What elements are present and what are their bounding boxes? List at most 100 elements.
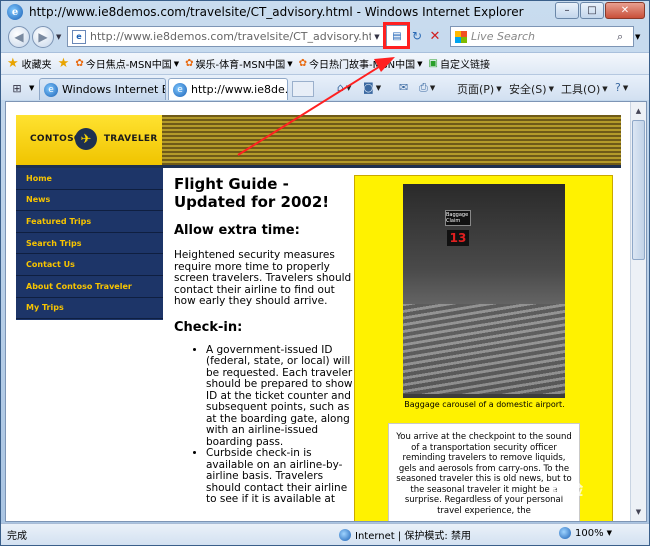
nav-my-trips[interactable]: My Trips — [16, 298, 163, 320]
address-input[interactable]: http://www.ie8demos.com/travelsite/CT_ad… — [90, 30, 371, 43]
conveyor-belt-image — [403, 304, 565, 394]
chevron-down-icon: ▼ — [429, 84, 436, 92]
tab-1[interactable]: e Windows Internet E... — [39, 78, 166, 100]
photo-number: 13 — [447, 230, 469, 246]
quick-tabs-icon[interactable]: ⊞ — [7, 79, 27, 97]
help-button[interactable]: ? ▼ — [615, 81, 628, 94]
chevron-down-icon: ▼ — [622, 83, 629, 92]
close-button[interactable]: ✕ — [605, 2, 645, 19]
msn-icon: ✿ — [75, 58, 84, 69]
fav-link-label: 自定义链接 — [439, 60, 490, 71]
safety-menu[interactable]: 安全(S) ▼ — [509, 81, 554, 97]
fav-link-3[interactable]: ✿ 今日热门故事-MSN中国 ▼ — [299, 56, 423, 71]
zoom-icon — [559, 527, 571, 539]
tools-menu[interactable]: 工具(O) ▼ — [561, 81, 608, 97]
page-menu[interactable]: 页面(P) ▼ — [457, 81, 502, 97]
list-item: Curbside check-in is available on an air… — [206, 447, 354, 506]
chevron-down-icon: ▼ — [548, 85, 554, 93]
header-stripes — [162, 115, 621, 165]
address-bar[interactable]: e http://www.ie8demos.com/travelsite/CT_… — [67, 26, 384, 47]
chevron-down-icon: ▼ — [375, 83, 382, 92]
site-header: CONTOSO TRAVELER ✈ — [16, 115, 621, 165]
scroll-down-icon[interactable]: ▼ — [632, 505, 645, 519]
nav-home[interactable]: Home — [16, 168, 163, 190]
tab-label: Windows Internet E... — [62, 83, 165, 96]
fav-link-4[interactable]: ▣ 自定义链接 — [429, 56, 490, 71]
photo-caption: Baggage carousel of a domestic airport. — [404, 400, 565, 409]
chevron-down-icon: ▼ — [345, 83, 352, 92]
page-title: Flight Guide - Updated for 2002! — [174, 175, 330, 211]
scroll-up-icon[interactable]: ▲ — [632, 104, 645, 118]
feeds-button[interactable]: ◙ ▼ — [363, 81, 381, 94]
contoso-site: CONTOSO TRAVELER ✈ Home News Featured Tri… — [16, 115, 621, 521]
mail-button[interactable]: ✉ — [399, 81, 410, 94]
stop-button[interactable]: ✕ — [426, 27, 444, 45]
live-search-icon — [455, 30, 467, 43]
fav-link-1[interactable]: ✿ 今日焦点-MSN中国 ▼ — [75, 56, 179, 71]
compatibility-highlight-box — [383, 22, 410, 49]
airplane-icon: ✈ — [75, 128, 97, 150]
tools-menu-label: 工具(O) — [561, 83, 601, 96]
back-button[interactable]: ◀ — [8, 26, 30, 48]
chevron-down-icon[interactable]: ▼ — [174, 60, 179, 68]
search-options-dropdown[interactable]: ▼ — [635, 33, 640, 41]
printer-icon: ⎙ — [419, 81, 428, 94]
minimize-button[interactable]: – — [555, 2, 579, 19]
globe-icon — [339, 528, 351, 541]
search-icon[interactable]: ⌕ — [617, 30, 633, 44]
print-button[interactable]: ⎙ ▼ — [419, 81, 435, 95]
section-heading: Allow extra time: — [174, 223, 300, 238]
nav-search-trips[interactable]: Search Trips — [16, 233, 163, 255]
checkin-list: A government-issued ID (federal, state, … — [174, 344, 354, 506]
mail-icon: ✉ — [399, 81, 409, 94]
nav-featured-trips[interactable]: Featured Trips — [16, 211, 163, 233]
refresh-button[interactable]: ↻ — [408, 27, 426, 45]
new-tab-button[interactable] — [292, 81, 314, 97]
address-toolbar: ◀ ▶ ▼ e http://www.ie8demos.com/travelsi… — [1, 23, 649, 51]
window-title: http://www.ie8demos.com/travelsite/CT_ad… — [29, 5, 524, 19]
watermark-text: 经验 — [551, 480, 584, 499]
add-to-favorites-icon: ★ — [57, 56, 70, 71]
status-bar: 完成 Internet | 保护模式: 禁用 100% ▼ — [1, 523, 649, 545]
site-nav: Home News Featured Trips Search Trips Co… — [16, 168, 163, 320]
search-box[interactable]: Live Search ⌕ — [450, 26, 634, 47]
vertical-scrollbar[interactable]: ▲ ▼ — [630, 102, 646, 521]
security-zone[interactable]: Internet | 保护模式: 禁用 — [339, 527, 471, 542]
section-heading: Check-in: — [174, 319, 243, 335]
nav-about[interactable]: About Contoso Traveler — [16, 276, 163, 298]
forward-button[interactable]: ▶ — [32, 26, 54, 48]
star-icon: ★ — [7, 56, 19, 71]
sidebar-panel: Baggage Claim 13 Baggage carousel of a d… — [354, 175, 613, 521]
maximize-button[interactable]: □ — [580, 2, 604, 19]
window-controls: – □ ✕ — [555, 2, 645, 19]
zone-label: Internet | 保护模式: 禁用 — [355, 531, 471, 542]
tab-bar: ⊞ ▼ e Windows Internet E... e http://www… — [1, 74, 649, 100]
chevron-down-icon[interactable]: ▼ — [417, 60, 422, 68]
site-logo[interactable]: CONTOSO TRAVELER ✈ — [16, 115, 162, 165]
fav-link-2[interactable]: ✿ 娱乐-体育-MSN中国 ▼ — [185, 56, 292, 71]
list-item: A government-issued ID (federal, state, … — [206, 344, 354, 449]
safety-menu-label: 安全(S) — [509, 83, 547, 96]
fav-link-label: 今日焦点-MSN中国 — [85, 60, 172, 71]
home-button[interactable]: ⌂ ▼ — [337, 81, 351, 94]
nav-news[interactable]: News — [16, 190, 163, 212]
chevron-down-icon: ▼ — [496, 85, 502, 93]
tab-list-dropdown[interactable]: ▼ — [29, 84, 34, 92]
favorites-button[interactable]: ★ 收藏夹 — [7, 56, 52, 71]
scroll-thumb[interactable] — [632, 120, 645, 260]
baggage-photo: Baggage Claim 13 — [403, 184, 565, 398]
ie-logo-icon: e — [173, 82, 187, 97]
recent-pages-dropdown[interactable]: ▼ — [56, 33, 61, 41]
favorites-bar: ★ 收藏夹 ★ ✿ 今日焦点-MSN中国 ▼ ✿ 娱乐-体育-MSN中国 ▼ ✿… — [1, 52, 649, 74]
search-input[interactable]: Live Search — [471, 30, 617, 43]
zoom-level[interactable]: 100% ▼ — [559, 527, 612, 539]
nav-contact-us[interactable]: Contact Us — [16, 254, 163, 276]
tab-label: http://www.ie8de... — [191, 83, 288, 96]
chevron-down-icon[interactable]: ▼ — [287, 60, 292, 68]
page-viewport[interactable]: CONTOSO TRAVELER ✈ Home News Featured Tri… — [5, 101, 647, 522]
help-icon: ? — [615, 81, 621, 94]
tab-2[interactable]: e http://www.ie8de... ✕ — [168, 78, 288, 100]
add-favorite-button[interactable]: ★ — [58, 56, 70, 71]
address-dropdown-icon[interactable]: ▼ — [371, 33, 383, 41]
page-menu-label: 页面(P) — [457, 83, 495, 96]
